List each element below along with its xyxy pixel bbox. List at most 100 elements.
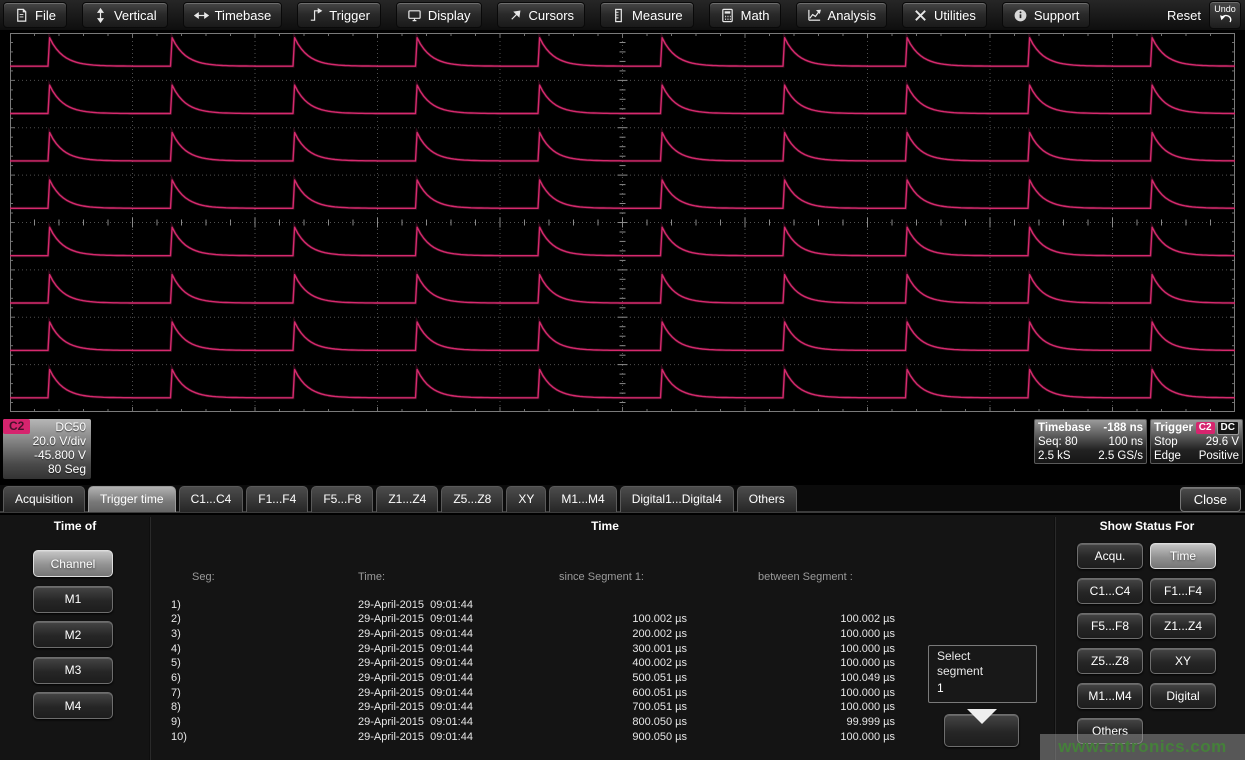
time-of-button-channel[interactable]: Channel <box>33 550 113 577</box>
tab-acquisition[interactable]: Acquisition <box>3 486 85 512</box>
timebase-title: Timebase <box>1038 421 1091 435</box>
seg-cell: 3) <box>171 628 181 640</box>
between-cell: 100.000 µs <box>758 687 895 699</box>
status-button-m1-m4[interactable]: M1...M4 <box>1077 683 1143 709</box>
timebase-rate: 2.5 GS/s <box>1098 449 1143 463</box>
between-cell: 100.049 µs <box>758 672 895 684</box>
segment-down-button[interactable] <box>944 714 1019 747</box>
timebase-seq: Seq: 80 <box>1038 435 1078 449</box>
select-segment-field[interactable]: Select segment 1 <box>928 645 1037 703</box>
oscilloscope-screen: File Vertical Timebase Trigger Display Cursor… <box>0 0 1245 760</box>
channel-descriptor-c2[interactable]: C2 DC50 20.0 V/div -45.800 V 80 Seg <box>3 419 91 479</box>
since-cell: 600.051 µs <box>542 687 687 699</box>
tab-digital1-digital4[interactable]: Digital1...Digital4 <box>620 486 734 512</box>
status-button-acqu[interactable]: Acqu. <box>1077 543 1143 569</box>
col-header-seg: Seg: <box>192 571 215 583</box>
trigger-descriptor[interactable]: Trigger C2 DC Stop 29.6 V Edge Positive <box>1150 419 1243 464</box>
trigger-type: Edge <box>1154 449 1181 463</box>
status-button-f1-f4[interactable]: F1...F4 <box>1150 578 1216 604</box>
channel-scale: 20.0 V/div <box>33 434 86 448</box>
since-cell: 400.002 µs <box>542 657 687 669</box>
undo-label: Undo <box>1214 4 1236 14</box>
table-row-segment-10: 10)29-April-2015 09:01:44900.050 µs100.0… <box>150 731 920 745</box>
since-cell: 500.051 µs <box>542 672 687 684</box>
menu-item-math[interactable]: Math <box>709 2 781 28</box>
tab-z5-z8[interactable]: Z5...Z8 <box>441 486 503 512</box>
close-button[interactable]: Close <box>1180 487 1241 512</box>
status-button-z5-z8[interactable]: Z5...Z8 <box>1077 648 1143 674</box>
tab-trigger-time[interactable]: Trigger time <box>88 486 176 512</box>
trigger-level: 29.6 V <box>1206 435 1239 449</box>
menu-bar: File Vertical Timebase Trigger Display Cursor… <box>0 0 1245 30</box>
waveform-display[interactable] <box>10 33 1235 412</box>
vertical-arrows-icon <box>93 8 108 23</box>
between-cell: 100.000 µs <box>758 657 895 669</box>
tab-others[interactable]: Others <box>737 486 797 512</box>
menu-item-label: Timebase <box>215 8 272 23</box>
since-cell: 900.050 µs <box>542 731 687 743</box>
triangle-down-icon <box>967 709 997 738</box>
menu-item-vertical[interactable]: Vertical <box>82 2 168 28</box>
menu-item-trigger[interactable]: Trigger <box>297 2 381 28</box>
menu-item-analysis[interactable]: Analysis <box>796 2 887 28</box>
since-cell: 800.050 µs <box>542 716 687 728</box>
tab-f5-f8[interactable]: F5...F8 <box>311 486 373 512</box>
trigger-title: Trigger <box>1154 421 1193 435</box>
info-icon <box>1013 8 1028 23</box>
col-header-between: between Segment : <box>758 571 853 583</box>
time-of-button-m2[interactable]: M2 <box>33 621 113 648</box>
time-of-button-m4[interactable]: M4 <box>33 692 113 719</box>
since-cell: 700.051 µs <box>542 701 687 713</box>
file-icon <box>14 8 29 23</box>
time-of-button-m1[interactable]: M1 <box>33 586 113 613</box>
between-cell: 100.000 µs <box>758 628 895 640</box>
tab-f1-f4[interactable]: F1...F4 <box>246 486 308 512</box>
menu-item-label: Math <box>741 8 770 23</box>
status-button-xy[interactable]: XY <box>1150 648 1216 674</box>
status-button-time[interactable]: Time <box>1150 543 1216 569</box>
reset-button[interactable]: Reset <box>1167 8 1201 23</box>
menu-item-label: Measure <box>632 8 683 23</box>
tab-m1-m4[interactable]: M1...M4 <box>549 486 616 512</box>
cursor-icon <box>508 8 523 23</box>
horizontal-arrows-icon <box>194 8 209 23</box>
menu-item-support[interactable]: Support <box>1002 2 1091 28</box>
timebase-descriptor[interactable]: Timebase -188 ns Seq: 80 100 ns 2.5 kS 2… <box>1034 419 1147 464</box>
menu-item-label: Vertical <box>114 8 157 23</box>
between-cell: 100.000 µs <box>758 643 895 655</box>
menu-item-label: Cursors <box>529 8 575 23</box>
menu-item-measure[interactable]: Measure <box>600 2 694 28</box>
seg-cell: 9) <box>171 716 181 728</box>
status-button-f5-f8[interactable]: F5...F8 <box>1077 613 1143 639</box>
undo-button[interactable]: Undo <box>1209 1 1241 29</box>
time-cell: 29-April-2015 09:01:44 <box>358 599 473 611</box>
trigger-time-panel: Time of Time Show Status For Seg: Time: … <box>0 515 1245 760</box>
time-of-button-m3[interactable]: M3 <box>33 657 113 684</box>
menu-item-label: Analysis <box>828 8 876 23</box>
status-button-z1-z4[interactable]: Z1...Z4 <box>1150 613 1216 639</box>
time-cell: 29-April-2015 09:01:44 <box>358 716 473 728</box>
tab-c1-c4[interactable]: C1...C4 <box>179 486 244 512</box>
waveform-svg <box>10 33 1235 412</box>
table-row-segment-4: 4)29-April-2015 09:01:44300.001 µs100.00… <box>150 643 920 657</box>
seg-cell: 7) <box>171 687 181 699</box>
menu-item-utilities[interactable]: Utilities <box>902 2 987 28</box>
menu-item-display[interactable]: Display <box>396 2 482 28</box>
menu-item-cursors[interactable]: Cursors <box>497 2 586 28</box>
between-cell: 100.000 µs <box>758 731 895 743</box>
menu-item-timebase[interactable]: Timebase <box>183 2 283 28</box>
tab-z1-z4[interactable]: Z1...Z4 <box>376 486 438 512</box>
time-cell: 29-April-2015 09:01:44 <box>358 613 473 625</box>
status-button-c1-c4[interactable]: C1...C4 <box>1077 578 1143 604</box>
col-header-time: Time: <box>358 571 385 583</box>
panel-divider-right <box>1054 517 1056 760</box>
time-cell: 29-April-2015 09:01:44 <box>358 687 473 699</box>
utilities-icon <box>913 8 928 23</box>
trigger-edge-icon <box>308 8 323 23</box>
status-button-digital[interactable]: Digital <box>1150 683 1216 709</box>
menu-item-file[interactable]: File <box>3 2 67 28</box>
tab-xy[interactable]: XY <box>506 486 546 512</box>
time-cell: 29-April-2015 09:01:44 <box>358 643 473 655</box>
seg-cell: 10) <box>171 731 187 743</box>
analysis-chart-icon <box>807 8 822 23</box>
